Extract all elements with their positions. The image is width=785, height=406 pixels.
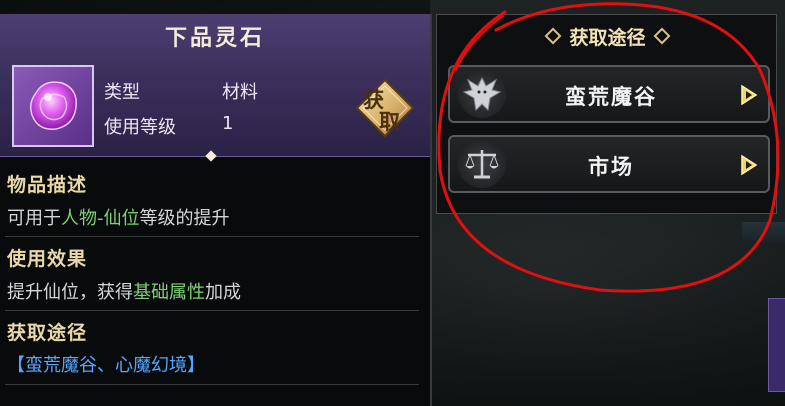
red-annotation-circle (437, 2, 780, 293)
